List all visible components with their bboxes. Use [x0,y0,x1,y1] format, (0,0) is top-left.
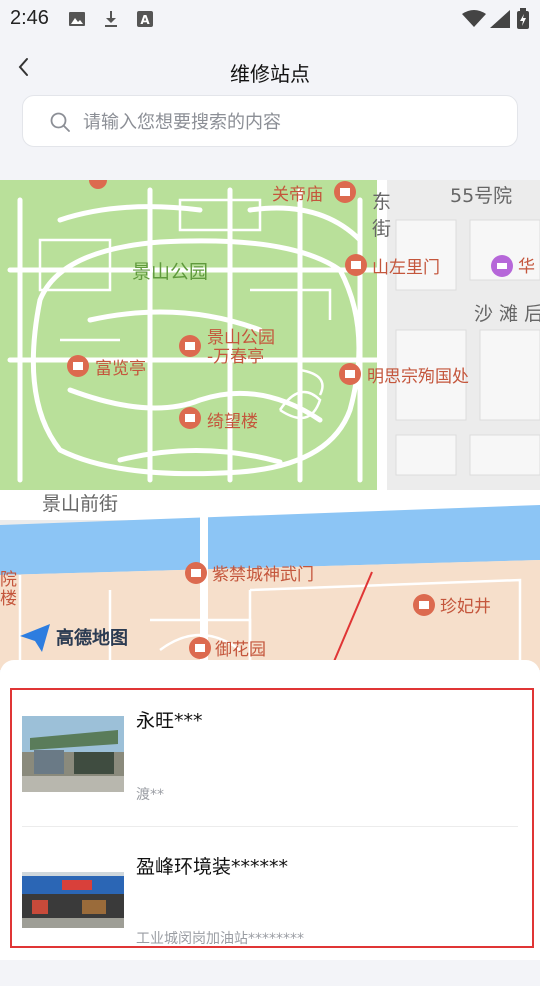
map-canvas[interactable]: 景山公园 关帝庙 山左里门 富览亭 景山公园 -万春亭 明思宗殉国处 绮望楼 景… [0,180,540,670]
station-photo [22,872,124,928]
search-icon [50,112,70,132]
map-label-park: 景山公园 [132,261,208,283]
temple-pin-icon [179,407,201,429]
station-item[interactable]: 永旺*** 渡** [22,700,520,840]
map-label-fulan: 富览亭 [95,359,146,379]
map-label-dong: 东 [372,191,391,213]
map-label-yuan: 院 [0,570,17,590]
station-item[interactable]: 盈峰环境装****** 工业城闵岗加油站******** [22,846,520,986]
image-icon [69,12,85,26]
map-label-jingshan-front: 景山前街 [42,493,118,515]
temple-pin-icon [339,363,361,385]
map-label-shatan: 沙 滩 后 [474,303,540,325]
battery-charging-icon [517,8,529,29]
map-label-guandi: 关帝庙 [272,185,323,205]
station-photo [22,716,124,792]
font-a-icon: A [137,11,153,27]
temple-pin-icon [179,335,201,357]
station-address: 渡** [136,787,164,803]
map-label-mingsi: 明思宗殉国处 [367,367,469,387]
list-divider [22,826,518,827]
temple-pin-icon [345,254,367,276]
map-view[interactable]: 景山公园 关帝庙 山左里门 富览亭 景山公园 -万春亭 明思宗殉国处 绮望楼 景… [0,180,540,670]
map-label-jie: 街 [372,218,391,240]
temple-pin-icon [67,355,89,377]
temple-pin-icon [413,594,435,616]
map-label-shanzuo: 山左里门 [372,258,440,278]
map-label-no55: 55号院 [450,185,512,207]
page-title: 维修站点 [230,62,310,86]
temple-pin-icon [334,181,356,203]
station-address: 工业城闵岗加油站******** [136,931,304,947]
map-label-yuhua: 御花园 [215,640,266,660]
status-time: 2:46 [10,7,49,29]
map-label-qiwang: 绮望楼 [207,412,258,432]
app-header: 维修站点 [0,40,540,100]
search-input[interactable] [81,96,505,148]
hotel-pin-icon [491,255,513,277]
map-label-wanchun-2: -万春亭 [207,347,264,367]
map-label-lou: 楼 [0,589,17,609]
temple-pin-icon [189,637,211,659]
download-icon [105,11,117,27]
station-name: 永旺*** [136,710,203,732]
map-label-hua: 华 [518,257,535,277]
wifi-icon [462,10,486,27]
station-name: 盈峰环境装****** [136,856,289,878]
map-label-shenwu: 紫禁城神武门 [212,565,314,585]
status-bar: 2:46 A [0,0,540,40]
search-bar[interactable] [22,95,518,148]
temple-pin-icon [185,562,207,584]
map-provider-logo: 高德地图 [56,628,128,649]
svg-text:A: A [140,13,150,27]
signal-icon [490,10,510,28]
map-label-wanchun-1: 景山公园 [207,328,275,348]
map-label-zhenfei: 珍妃井 [440,597,491,617]
